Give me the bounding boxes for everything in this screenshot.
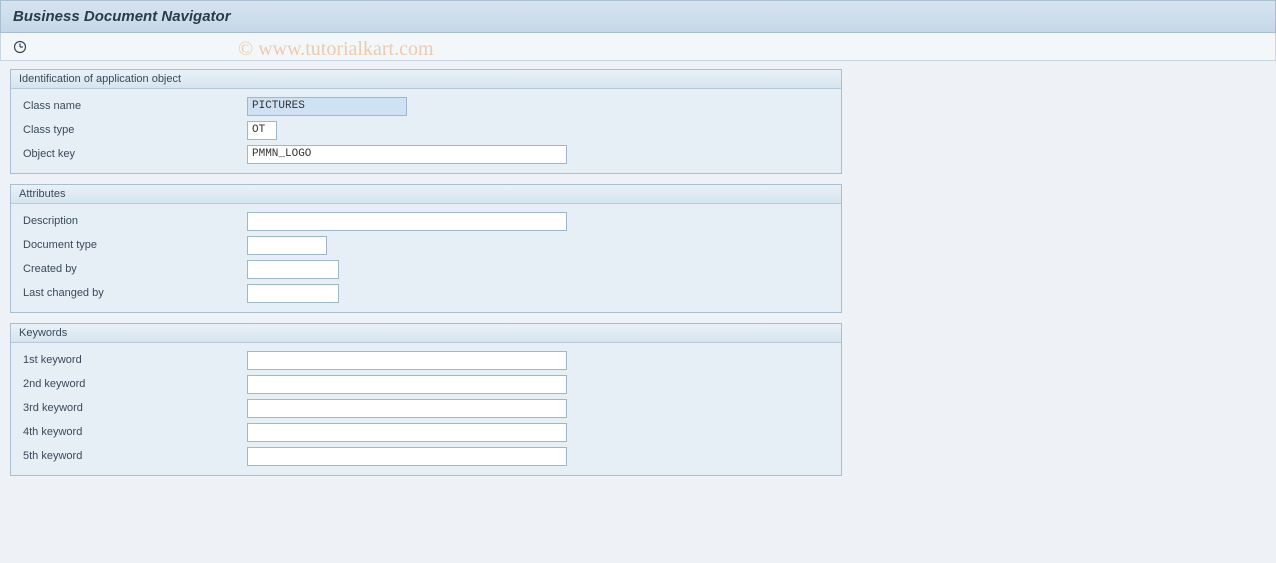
row-class-name: Class name xyxy=(19,95,833,117)
group-attributes-body: Description Document type Created by Las… xyxy=(11,204,841,312)
input-description[interactable] xyxy=(247,212,567,231)
row-class-type: Class type xyxy=(19,119,833,141)
input-created-by[interactable] xyxy=(247,260,339,279)
label-last-changed-by: Last changed by xyxy=(19,287,247,299)
label-document-type: Document type xyxy=(19,239,247,251)
group-identification-body: Class name Class type Object key xyxy=(11,89,841,173)
input-kw2[interactable] xyxy=(247,375,567,394)
page-title-bar: Business Document Navigator xyxy=(0,0,1276,33)
input-kw1[interactable] xyxy=(247,351,567,370)
label-kw2: 2nd keyword xyxy=(19,378,247,390)
group-attributes: Attributes Description Document type Cre… xyxy=(10,184,842,313)
row-created-by: Created by xyxy=(19,258,833,280)
row-kw3: 3rd keyword xyxy=(19,397,833,419)
label-kw5: 5th keyword xyxy=(19,450,247,462)
label-class-type: Class type xyxy=(19,124,247,136)
label-description: Description xyxy=(19,215,247,227)
input-document-type[interactable] xyxy=(247,236,327,255)
group-identification-title: Identification of application object xyxy=(11,70,841,89)
group-keywords: Keywords 1st keyword 2nd keyword 3rd key… xyxy=(10,323,842,476)
row-description: Description xyxy=(19,210,833,232)
input-last-changed-by[interactable] xyxy=(247,284,339,303)
input-kw4[interactable] xyxy=(247,423,567,442)
row-kw5: 5th keyword xyxy=(19,445,833,467)
group-identification: Identification of application object Cla… xyxy=(10,69,842,174)
group-keywords-title: Keywords xyxy=(11,324,841,343)
row-kw2: 2nd keyword xyxy=(19,373,833,395)
label-created-by: Created by xyxy=(19,263,247,275)
page-title: Business Document Navigator xyxy=(13,8,231,25)
row-kw1: 1st keyword xyxy=(19,349,833,371)
row-object-key: Object key xyxy=(19,143,833,165)
label-class-name: Class name xyxy=(19,100,247,112)
label-object-key: Object key xyxy=(19,148,247,160)
execute-button[interactable] xyxy=(11,38,29,56)
group-keywords-body: 1st keyword 2nd keyword 3rd keyword 4th … xyxy=(11,343,841,475)
row-last-changed-by: Last changed by xyxy=(19,282,833,304)
label-kw4: 4th keyword xyxy=(19,426,247,438)
group-attributes-title: Attributes xyxy=(11,185,841,204)
row-document-type: Document type xyxy=(19,234,833,256)
label-kw1: 1st keyword xyxy=(19,354,247,366)
app-toolbar xyxy=(0,33,1276,61)
row-kw4: 4th keyword xyxy=(19,421,833,443)
input-object-key[interactable] xyxy=(247,145,567,164)
input-class-type[interactable] xyxy=(247,121,277,140)
execute-clock-icon xyxy=(13,40,27,54)
input-class-name[interactable] xyxy=(247,97,407,116)
label-kw3: 3rd keyword xyxy=(19,402,247,414)
content-area: Identification of application object Cla… xyxy=(0,61,1276,494)
input-kw3[interactable] xyxy=(247,399,567,418)
input-kw5[interactable] xyxy=(247,447,567,466)
